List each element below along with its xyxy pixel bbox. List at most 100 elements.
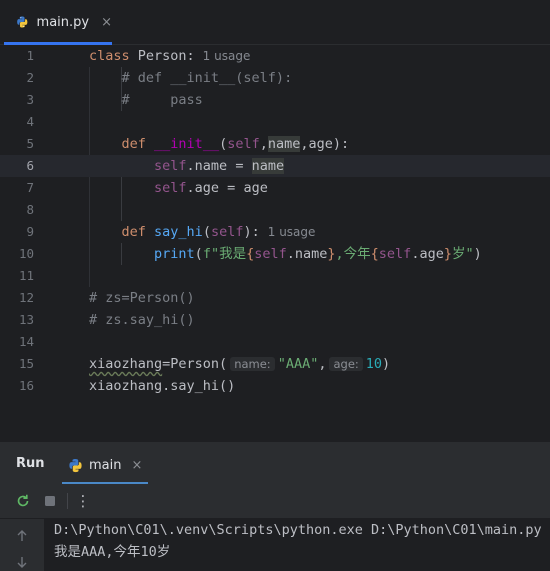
line-number: 9 xyxy=(26,224,34,239)
more-options-button[interactable]: ⋮ xyxy=(73,491,93,511)
code-line[interactable]: 15 xiaozhang=Person(name: "AAA", age: 10) xyxy=(0,353,550,375)
toolbar-separator xyxy=(67,493,68,509)
highlighted-param: name xyxy=(267,136,301,152)
line-number: 11 xyxy=(18,268,34,283)
fstring-part: ,今年 xyxy=(335,246,371,262)
code-line-current[interactable]: 6 self.name = name xyxy=(0,155,550,177)
fstring-brace: } xyxy=(327,246,336,262)
python-icon xyxy=(69,458,82,472)
line-number: 2 xyxy=(26,70,34,85)
console-command-line: D:\Python\C01\.venv\Scripts\python.exe D… xyxy=(54,522,542,538)
self-keyword: self xyxy=(89,180,187,196)
tab-main-py[interactable]: main.py × xyxy=(4,0,112,45)
code-editor[interactable]: 1 class Person: 1 usage 2 # def __init__(… xyxy=(0,45,550,442)
function-name: say_hi xyxy=(154,224,203,240)
line-number: 8 xyxy=(26,202,34,217)
code-token: .age = age xyxy=(186,180,268,196)
code-line[interactable]: 9 def say_hi(self): 1 usage xyxy=(0,221,550,243)
line-number: 16 xyxy=(18,378,34,393)
line-number: 15 xyxy=(18,356,34,371)
code-line[interactable]: 5 def __init__(self,name,age): xyxy=(0,133,550,155)
line-number: 13 xyxy=(18,312,34,327)
code-line[interactable]: 7 self.age = age xyxy=(0,177,550,199)
keyword: class xyxy=(89,48,130,64)
class-name: Person: xyxy=(129,48,195,64)
code-line[interactable]: 12 # zs=Person() xyxy=(0,287,550,309)
line-number: 10 xyxy=(18,246,34,261)
comment: # pass xyxy=(89,92,203,108)
code-token: ,age): xyxy=(300,136,350,152)
string-literal: "AAA" xyxy=(277,356,319,372)
line-number: 14 xyxy=(18,334,34,349)
comment: # zs=Person() xyxy=(89,290,195,306)
run-toolbar: ⋮ xyxy=(0,484,550,519)
code-token: , xyxy=(259,136,268,152)
keyword: def xyxy=(89,224,146,240)
code-line[interactable]: 16 xiaozhang.say_hi() xyxy=(0,375,550,397)
fstring-brace: { xyxy=(246,246,255,262)
code-token: ( xyxy=(202,224,211,240)
usage-hint[interactable]: 1 usage xyxy=(203,49,251,63)
console-gutter xyxy=(0,519,44,571)
number-literal: 10 xyxy=(365,356,383,372)
code-line[interactable]: 3 # pass xyxy=(0,89,550,111)
close-icon[interactable]: × xyxy=(131,458,142,473)
highlighted-identifier: name xyxy=(251,158,285,174)
self-param: self xyxy=(210,224,244,240)
function-name: __init__ xyxy=(154,136,220,152)
line-number: 4 xyxy=(26,114,34,129)
line-number: 5 xyxy=(26,136,34,151)
code-line[interactable]: 4 xyxy=(0,111,550,133)
line-number: 1 xyxy=(26,48,34,63)
builtin-print: print xyxy=(154,246,195,262)
comment: # def __init__(self): xyxy=(89,70,293,86)
param-hint: name: xyxy=(230,357,275,371)
fstring-part: 岁" xyxy=(451,246,474,262)
run-panel-header: Run main × xyxy=(0,446,550,484)
run-tab-label: main xyxy=(89,457,122,473)
param-hint: age: xyxy=(329,357,363,371)
fstring-brace: } xyxy=(443,246,452,262)
line-number: 6 xyxy=(26,158,34,173)
usage-hint[interactable]: 1 usage xyxy=(268,225,316,239)
code-line[interactable]: 2 # def __init__(self): xyxy=(0,67,550,89)
code-token: ): xyxy=(243,224,260,240)
code-token: ( xyxy=(219,136,228,152)
code-line[interactable]: 14 xyxy=(0,331,550,353)
code-line[interactable]: 11 xyxy=(0,265,550,287)
run-panel-title: Run xyxy=(16,456,45,471)
stop-button[interactable] xyxy=(40,491,60,511)
stop-icon xyxy=(45,496,55,506)
code-text: xiaozhang.say_hi() xyxy=(89,378,236,394)
run-console-output[interactable]: D:\Python\C01\.venv\Scripts\python.exe D… xyxy=(0,519,550,571)
code-token: .name = xyxy=(186,158,252,174)
rerun-icon xyxy=(17,494,29,507)
rerun-button[interactable] xyxy=(13,491,33,511)
code-line[interactable]: 8 xyxy=(0,199,550,221)
code-line[interactable]: 1 class Person: 1 usage xyxy=(0,45,550,67)
variable-with-warning[interactable]: xiaozhang xyxy=(89,356,162,372)
code-token: , xyxy=(318,356,327,372)
self-param: self xyxy=(227,136,260,152)
code-line[interactable]: 10 print(f"我是{self.name},今年{self.age}岁") xyxy=(0,243,550,265)
code-line[interactable]: 13 # zs.say_hi() xyxy=(0,309,550,331)
line-number: 3 xyxy=(26,92,34,107)
self-keyword: self xyxy=(254,246,287,262)
fstring-part: f"我是 xyxy=(202,246,247,262)
tab-label: main.py xyxy=(36,14,90,30)
fstring-brace: { xyxy=(370,246,379,262)
code-token: =Person( xyxy=(162,356,228,372)
self-keyword: self xyxy=(89,158,187,174)
run-tab-main[interactable]: main × xyxy=(60,446,148,484)
editor-tab-bar: main.py × xyxy=(0,0,550,45)
line-number: 7 xyxy=(26,180,34,195)
self-keyword: self xyxy=(378,246,412,262)
close-icon[interactable]: × xyxy=(101,15,112,30)
code-token: .age xyxy=(411,246,444,262)
arrow-up-icon[interactable] xyxy=(15,529,29,543)
line-number: 12 xyxy=(18,290,34,305)
console-output-line: 我是AAA,今年10岁 xyxy=(54,544,171,560)
arrow-down-icon[interactable] xyxy=(15,555,29,569)
code-token: ( xyxy=(194,246,203,262)
